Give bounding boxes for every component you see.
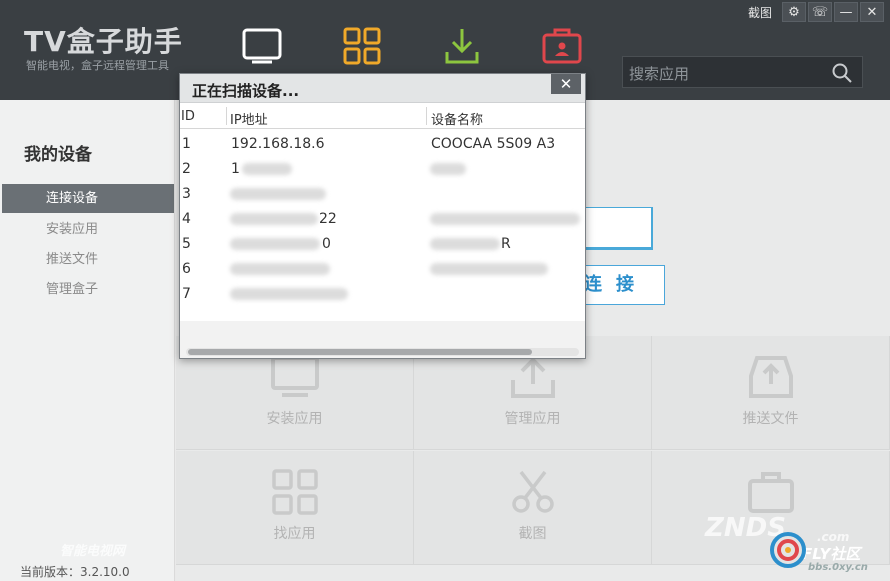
settings-icon[interactable]: ⚙: [782, 2, 806, 22]
toolbox-tab[interactable]: [541, 26, 583, 66]
table-row[interactable]: 4 22: [180, 206, 585, 231]
tile-push-file[interactable]: 推送文件: [652, 336, 890, 450]
close-button[interactable]: ✕: [860, 2, 884, 22]
redacted-name: [430, 263, 548, 275]
row-ip: 0: [322, 236, 331, 252]
watermark-fly-url: bbs.0xy.cn: [808, 562, 868, 573]
sidebar-item-push-file[interactable]: 推送文件: [2, 245, 174, 274]
column-ip[interactable]: IP地址: [230, 109, 268, 128]
device-list: 1 192.168.18.6 COOCAA 5S09 A3 2 1 3 4 22…: [180, 129, 585, 321]
tile-label: 找应用: [273, 526, 316, 542]
column-device-name[interactable]: 设备名称: [431, 109, 483, 128]
table-row[interactable]: 3: [180, 181, 585, 206]
feedback-icon[interactable]: ☏: [808, 2, 832, 22]
table-row[interactable]: 6: [180, 256, 585, 281]
watermark-fly: FLY社区: [802, 545, 861, 563]
screenshot-link[interactable]: 截图: [748, 4, 772, 21]
my-device-tab[interactable]: [241, 26, 283, 66]
connect-button[interactable]: 连接: [581, 265, 665, 305]
column-divider: [226, 107, 227, 125]
search-icon[interactable]: [832, 63, 852, 83]
row-id: 7: [182, 286, 191, 302]
dialog-footer: [180, 321, 585, 358]
tv-icon: [242, 28, 282, 64]
column-id[interactable]: ID: [181, 109, 195, 124]
row-ip: 1: [231, 161, 240, 177]
tile-label: 管理应用: [504, 411, 561, 427]
table-header: ID IP地址 设备名称: [180, 103, 585, 129]
upload-icon: [510, 357, 555, 398]
redacted-name: [430, 213, 580, 225]
monitor-icon: [270, 356, 319, 397]
horizontal-scrollbar[interactable]: [186, 348, 579, 356]
redacted-ip: [230, 238, 320, 250]
fly-logo-icon: [770, 532, 806, 568]
sidebar-title: 我的设备: [24, 145, 92, 165]
scrollbar-thumb[interactable]: [188, 349, 532, 355]
sidebar: 我的设备 连接设备 安装应用 推送文件 管理盒子 当前版本：3.2.10.0: [0, 100, 175, 581]
sidebar-item-manage-box[interactable]: 管理盒子: [2, 275, 174, 304]
tile-label: 安装应用: [266, 411, 323, 427]
row-id: 2: [182, 161, 191, 177]
dialog-close-button[interactable]: ✕: [551, 74, 581, 94]
row-ip: 192.168.18.6: [231, 136, 325, 152]
row-ip: 22: [319, 211, 337, 227]
watermark-left: 智能电视网: [60, 544, 126, 559]
window-controls: 截图 ⚙ ☏ — ✕: [748, 2, 884, 22]
inbox-upload-icon: [748, 356, 793, 398]
search-placeholder: 搜索应用: [629, 65, 690, 83]
dialog-title: 正在扫描设备...: [192, 82, 300, 100]
dialog-header: 正在扫描设备... ✕: [180, 74, 585, 103]
redacted-ip: [230, 263, 330, 275]
app-store-tab[interactable]: [341, 26, 383, 66]
redacted-name: [430, 238, 500, 250]
ip-input[interactable]: [581, 207, 653, 250]
scissors-icon: [511, 470, 554, 513]
redacted-ip: [230, 213, 318, 225]
version-label: 当前版本：3.2.10.0: [20, 565, 130, 579]
table-row[interactable]: 7: [180, 281, 585, 306]
minimize-button[interactable]: —: [834, 2, 858, 22]
redacted-name: [430, 163, 466, 175]
table-row[interactable]: 5 0 R: [180, 231, 585, 256]
search-input[interactable]: 搜索应用: [622, 56, 863, 88]
toolbox-icon: [542, 28, 582, 64]
row-id: 1: [182, 136, 191, 152]
row-device-name: R: [501, 236, 511, 252]
app-title: TV盒子助手: [24, 25, 183, 58]
sidebar-item-install-app[interactable]: 安装应用: [2, 215, 174, 244]
row-device-name: COOCAA 5S09 A3: [431, 136, 556, 152]
tile-screenshot[interactable]: 截图: [414, 451, 652, 565]
tile-label: 截图: [518, 526, 547, 542]
redacted-ip: [230, 188, 326, 200]
tile-label: 推送文件: [742, 411, 799, 427]
scan-dialog: 正在扫描设备... ✕ ID IP地址 设备名称 1 192.168.18.6 …: [179, 73, 586, 359]
download-icon: [445, 29, 479, 64]
apps-grid-icon: [343, 27, 381, 65]
download-tab[interactable]: [441, 26, 483, 66]
row-id: 6: [182, 261, 191, 277]
toolbox-icon: [747, 472, 794, 513]
redacted-ip: [230, 288, 348, 300]
row-id: 4: [182, 211, 191, 227]
redacted-ip: [242, 163, 292, 175]
tile-find-app[interactable]: 找应用: [176, 451, 414, 565]
row-id: 5: [182, 236, 191, 252]
app-subtitle: 智能电视，盒子远程管理工具: [26, 59, 169, 72]
grid-icon: [271, 469, 318, 515]
watermark-com: .com: [817, 530, 850, 544]
table-row[interactable]: 2 1: [180, 156, 585, 181]
sidebar-item-connect-device[interactable]: 连接设备: [2, 184, 174, 213]
row-id: 3: [182, 186, 191, 202]
column-divider: [426, 107, 427, 125]
table-row[interactable]: 1 192.168.18.6 COOCAA 5S09 A3: [180, 131, 585, 156]
